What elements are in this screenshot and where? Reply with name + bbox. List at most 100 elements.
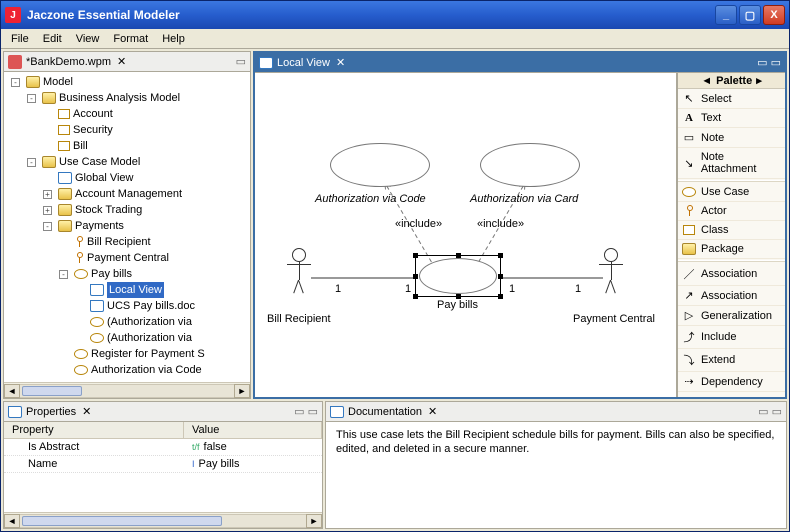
- actor-icon: [74, 236, 84, 248]
- folder-icon: [42, 156, 56, 168]
- tree-paybills[interactable]: -Pay bills: [56, 266, 248, 282]
- collapse-icon[interactable]: -: [11, 78, 20, 87]
- palette-dependency[interactable]: ⇢Dependency: [678, 372, 785, 392]
- usecase-auth-card-label: Authorization via Card: [470, 193, 578, 205]
- diagram-connectors: [255, 73, 676, 397]
- palette-association-dir[interactable]: ↗Association: [678, 286, 785, 306]
- menu-file[interactable]: File: [5, 31, 35, 47]
- palette-extend[interactable]: ⤵Extend: [678, 349, 785, 372]
- menu-format[interactable]: Format: [107, 31, 154, 47]
- usecase-auth-code-label: Authorization via Code: [315, 193, 426, 205]
- diagram-canvas[interactable]: Authorization via Code Authorization via…: [255, 73, 677, 397]
- documentation-tab-close-icon[interactable]: ✕: [428, 405, 437, 418]
- menu-view[interactable]: View: [70, 31, 106, 47]
- properties-tab-close-icon[interactable]: ✕: [82, 405, 91, 418]
- palette-text[interactable]: AText: [678, 109, 785, 128]
- palette-class[interactable]: Class: [678, 221, 785, 240]
- property-row[interactable]: Is Abstract t/ffalse: [4, 439, 322, 456]
- folder-icon: [58, 188, 72, 200]
- multiplicity: 1: [335, 283, 341, 295]
- scroll-right-button[interactable]: ►: [234, 384, 250, 398]
- usecase-auth-code[interactable]: [330, 143, 430, 187]
- tree-root[interactable]: -Model: [8, 74, 248, 90]
- collapse-icon[interactable]: -: [59, 270, 68, 279]
- expand-icon[interactable]: +: [43, 190, 52, 199]
- tree-ucm[interactable]: -Use Case Model: [24, 154, 248, 170]
- tree-h-scrollbar[interactable]: ◄ ►: [4, 382, 250, 398]
- editor-tab-label[interactable]: *BankDemo.wpm: [26, 56, 111, 68]
- multiplicity: 1: [575, 283, 581, 295]
- palette-note[interactable]: ▭Note: [678, 128, 785, 148]
- actor-payment-central[interactable]: [599, 248, 623, 292]
- tree-item[interactable]: Security: [40, 122, 248, 138]
- tree-item[interactable]: Account: [40, 106, 248, 122]
- scroll-right-button[interactable]: ►: [306, 514, 322, 528]
- scroll-left-button[interactable]: ◄: [4, 384, 20, 398]
- diagram-pane-toolbar: ▭ ▭: [757, 56, 781, 69]
- tree-item[interactable]: Register for Payment S: [56, 346, 248, 362]
- close-button[interactable]: X: [763, 5, 785, 25]
- properties-h-scrollbar[interactable]: ◄ ►: [4, 512, 322, 528]
- extend-icon: ⤵: [682, 352, 696, 368]
- collapse-icon[interactable]: -: [43, 222, 52, 231]
- tree-item[interactable]: UCS Pay bills.doc: [72, 298, 248, 314]
- tree-item[interactable]: (Authorization via: [72, 330, 248, 346]
- tree-item[interactable]: +Account Management: [40, 186, 248, 202]
- scroll-thumb[interactable]: [22, 386, 82, 396]
- menu-help[interactable]: Help: [156, 31, 191, 47]
- tree-payments[interactable]: -Payments: [40, 218, 248, 234]
- diagram-tab-close-icon[interactable]: ✕: [336, 56, 345, 69]
- collapse-icon[interactable]: -: [27, 158, 36, 167]
- note-icon: ▭: [682, 131, 696, 144]
- tree-item[interactable]: (Authorization via: [72, 314, 248, 330]
- usecase-auth-card[interactable]: [480, 143, 580, 187]
- palette-package[interactable]: Package: [678, 240, 785, 259]
- col-property[interactable]: Property: [4, 422, 184, 438]
- actor-bill-recipient[interactable]: [287, 248, 311, 292]
- palette-title: ◄Palette▸: [678, 73, 785, 89]
- model-tree[interactable]: -Model -Business Analysis Model Account …: [4, 72, 250, 382]
- minimize-button[interactable]: _: [715, 5, 737, 25]
- palette-generalization[interactable]: ▷Generalization: [678, 306, 785, 326]
- diagram-tab-label[interactable]: Local View: [277, 57, 330, 69]
- tree-item[interactable]: Global View: [40, 170, 248, 186]
- palette-include[interactable]: ⤴Include: [678, 326, 785, 349]
- view-icon: [259, 57, 273, 69]
- scroll-left-button[interactable]: ◄: [4, 514, 20, 528]
- palette-note-attach[interactable]: ↘Note Attachment: [678, 148, 785, 179]
- properties-tab-bar: Properties ✕ ▭ ▭: [4, 402, 322, 422]
- property-row[interactable]: Name I Pay bills: [4, 456, 322, 473]
- menu-edit[interactable]: Edit: [37, 31, 68, 47]
- tree-item[interactable]: Bill Recipient: [56, 234, 248, 250]
- tree-item[interactable]: Bill: [40, 138, 248, 154]
- text-icon: I: [192, 459, 195, 469]
- properties-tab-label[interactable]: Properties: [26, 406, 76, 418]
- class-icon: [58, 109, 70, 119]
- property-key: Is Abstract: [4, 439, 184, 455]
- usecase-icon: [74, 365, 88, 375]
- usecase-icon: [74, 349, 88, 359]
- actor-icon: [74, 252, 84, 264]
- maximize-button[interactable]: ▢: [739, 5, 761, 25]
- expand-icon[interactable]: +: [43, 206, 52, 215]
- tree-item[interactable]: Payment Central: [56, 250, 248, 266]
- tree-bam[interactable]: -Business Analysis Model: [24, 90, 248, 106]
- tree-localview[interactable]: Local View: [72, 282, 248, 298]
- tree-item[interactable]: +Stock Trading: [40, 202, 248, 218]
- palette-association[interactable]: ／Association: [678, 263, 785, 286]
- tree-item[interactable]: Authorization via Code: [56, 362, 248, 378]
- doc-icon: [330, 406, 344, 418]
- property-value[interactable]: Pay bills: [199, 458, 240, 470]
- property-key: Name: [4, 456, 184, 472]
- scroll-thumb[interactable]: [22, 516, 222, 526]
- palette-select[interactable]: ↖Select: [678, 89, 785, 109]
- usecase-icon: [90, 333, 104, 343]
- documentation-tab-label[interactable]: Documentation: [348, 406, 422, 418]
- col-value[interactable]: Value: [184, 422, 322, 438]
- palette-usecase[interactable]: Use Case: [678, 183, 785, 202]
- property-value[interactable]: false: [204, 441, 227, 453]
- palette-actor[interactable]: Actor: [678, 202, 785, 221]
- editor-tab-close-icon[interactable]: ✕: [117, 55, 126, 68]
- documentation-text[interactable]: This use case lets the Bill Recipient sc…: [326, 422, 786, 462]
- collapse-icon[interactable]: -: [27, 94, 36, 103]
